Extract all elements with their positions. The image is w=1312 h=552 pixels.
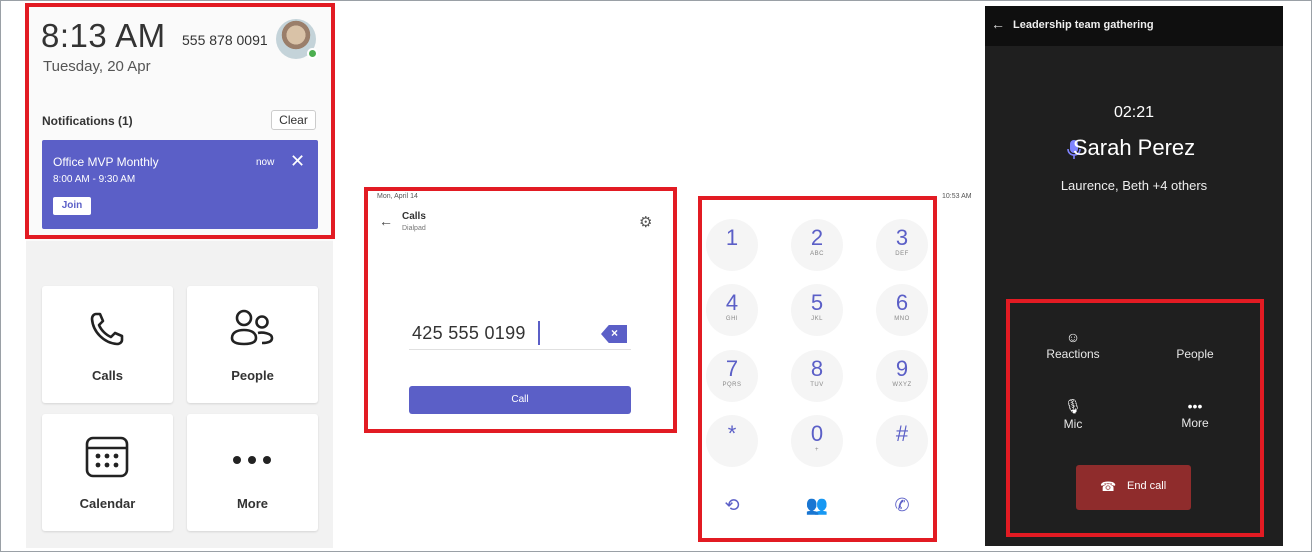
people-icon	[230, 309, 274, 346]
phone-icon	[90, 312, 124, 346]
tile-label: More	[236, 496, 269, 511]
tile-calendar[interactable]: Calendar	[42, 414, 173, 531]
highlight-box	[364, 187, 677, 433]
tile-calls[interactable]: Calls	[42, 286, 173, 403]
participants-text: Laurence, Beth +4 others	[1060, 178, 1208, 193]
tile-label: Calendar	[79, 496, 136, 511]
highlight-box	[1006, 299, 1264, 537]
caller-name: Sarah Perez	[1072, 135, 1196, 160]
call-timer: 02:21	[1113, 104, 1155, 121]
meeting-title: Leadership team gathering	[1013, 19, 1154, 31]
tile-more[interactable]: More	[187, 414, 318, 531]
more-icon	[233, 456, 271, 464]
tile-people[interactable]: People	[187, 286, 318, 403]
back-arrow-icon[interactable]: ←	[991, 16, 1005, 32]
status-time: 10:53 AM	[942, 193, 972, 200]
highlight-box	[698, 196, 937, 542]
tile-label: Calls	[91, 368, 124, 383]
highlight-box	[25, 3, 335, 239]
calendar-icon	[85, 436, 129, 478]
tile-label: People	[231, 368, 274, 383]
composite-screenshot: 8:13 AM 555 878 0091 Tuesday, 20 Apr Not…	[0, 0, 1312, 552]
